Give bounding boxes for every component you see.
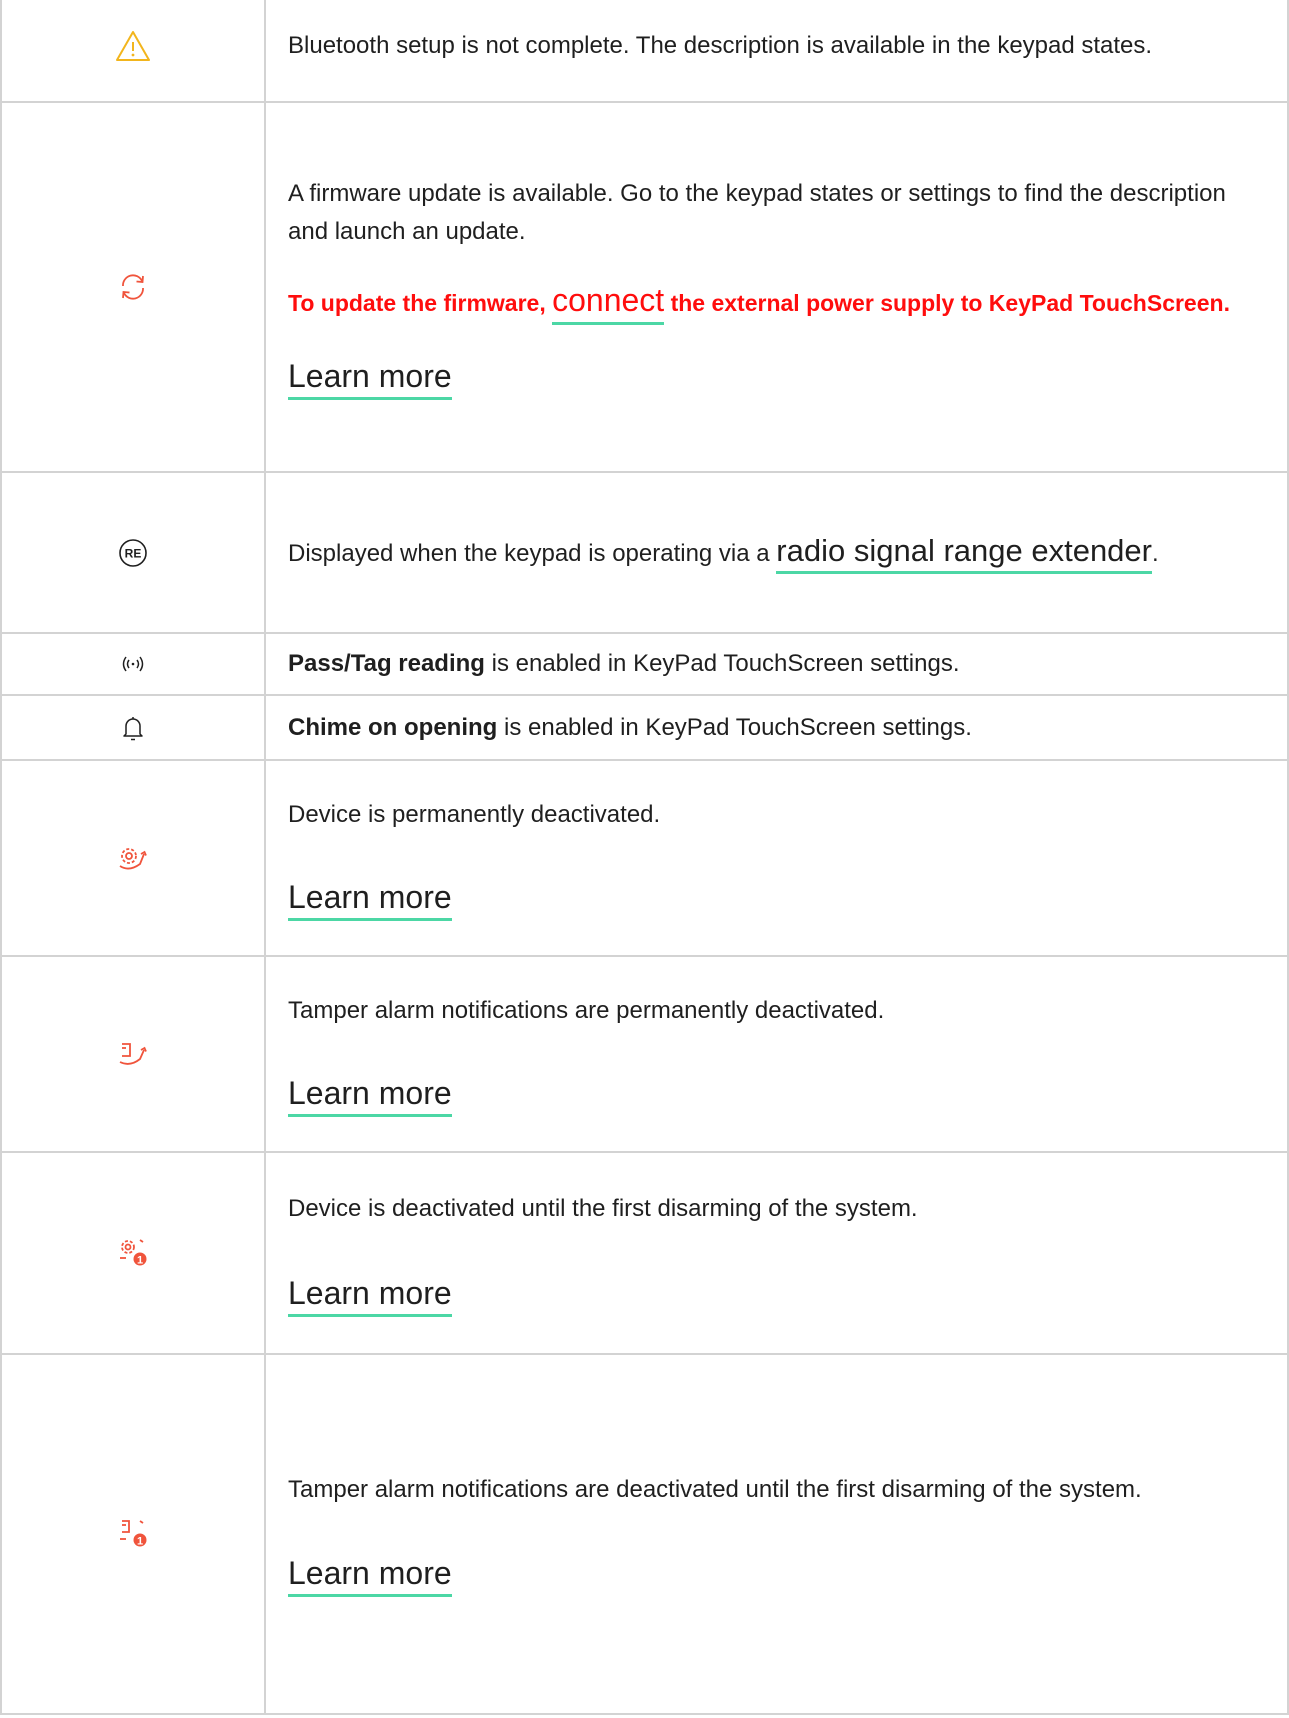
icon-cell — [0, 101, 266, 473]
table-row: A firmware update is available. Go to th… — [0, 101, 1289, 473]
table-row: Bluetooth setup is not complete. The des… — [0, 0, 1289, 103]
description-text: is enabled in KeyPad TouchScreen setting… — [497, 713, 972, 741]
description-cell: Device is permanently deactivated. Learn… — [264, 759, 1289, 957]
table-row: 1 Tamper alarm notifications are deactiv… — [0, 1353, 1289, 1715]
table-row: RE Displayed when the keypad is operatin… — [0, 471, 1289, 634]
description-cell: Tamper alarm notifications are permanent… — [264, 955, 1289, 1153]
table-row: Chime on opening is enabled in KeyPad To… — [0, 694, 1289, 761]
table-row: Pass/Tag reading is enabled in KeyPad To… — [0, 632, 1289, 696]
description-cell: Tamper alarm notifications are deactivat… — [264, 1353, 1289, 1715]
table-row: Device is permanently deactivated. Learn… — [0, 759, 1289, 957]
icon-cell — [0, 694, 266, 761]
pass-tag-reading-icon — [122, 656, 144, 672]
row-description: Tamper alarm notifications are permanent… — [288, 996, 885, 1024]
icon-cell: 1 — [0, 1151, 266, 1355]
range-extender-icon: RE — [119, 538, 147, 567]
icon-cell — [0, 632, 266, 696]
tamper-deactivated-until-disarm-icon: 1 — [120, 1520, 147, 1548]
device-deactivated-icon — [119, 848, 147, 870]
row-description: Displayed when the keypad is operating v… — [288, 527, 1247, 578]
description-cell: Device is deactivated until the first di… — [264, 1151, 1289, 1355]
description-cell: Chime on opening is enabled in KeyPad To… — [264, 694, 1289, 761]
learn-more-link[interactable]: Learn more — [288, 1073, 452, 1117]
icon-cell: 1 — [0, 1353, 266, 1715]
warning-triangle-icon — [116, 30, 150, 61]
tamper-deactivated-icon — [119, 1043, 147, 1065]
description-cell: Bluetooth setup is not complete. The des… — [264, 0, 1289, 103]
learn-more-link[interactable]: Learn more — [288, 356, 452, 400]
device-states-table: Bluetooth setup is not complete. The des… — [0, 0, 1289, 1715]
description-cell: Pass/Tag reading is enabled in KeyPad To… — [264, 632, 1289, 696]
row-description: Device is deactivated until the first di… — [288, 1194, 918, 1222]
learn-more-link[interactable]: Learn more — [288, 877, 452, 921]
setting-name: Pass/Tag reading — [288, 650, 485, 677]
description-cell: A firmware update is available. Go to th… — [264, 101, 1289, 473]
connect-link[interactable]: connect — [552, 281, 665, 325]
description-text: Displayed when the keypad is operating v… — [288, 540, 777, 567]
description-text: is enabled in KeyPad TouchScreen setting… — [484, 650, 960, 677]
learn-more-link[interactable]: Learn more — [288, 1553, 452, 1597]
range-extender-link[interactable]: radio signal range extender — [776, 533, 1152, 574]
svg-text:1: 1 — [137, 1255, 143, 1267]
warning-text: the external power supply to KeyPad Touc… — [664, 289, 1230, 316]
icon-cell — [0, 0, 266, 103]
row-description: Chime on opening is enabled in KeyPad To… — [288, 709, 1247, 747]
firmware-update-icon — [122, 274, 144, 300]
row-description: Bluetooth setup is not complete. The des… — [288, 31, 1153, 59]
row-description: A firmware update is available. Go to th… — [288, 179, 1226, 245]
svg-text:RE: RE — [125, 546, 142, 560]
description-text: . — [1152, 540, 1159, 567]
row-description: Device is permanently deactivated. — [288, 800, 661, 828]
setting-name: Chime on opening — [288, 713, 498, 741]
row-description: Pass/Tag reading is enabled in KeyPad To… — [288, 645, 1247, 683]
bell-icon — [123, 716, 143, 740]
icon-cell — [0, 955, 266, 1153]
table-row: Tamper alarm notifications are permanent… — [0, 955, 1289, 1153]
description-cell: Displayed when the keypad is operating v… — [264, 471, 1289, 634]
table-row: 1 Device is deactivated until the first … — [0, 1151, 1289, 1355]
icon-cell — [0, 759, 266, 957]
warning-text: To update the firmware, — [288, 289, 553, 316]
firmware-warning: To update the firmware, connect the exte… — [288, 277, 1247, 326]
icon-cell: RE — [0, 471, 266, 634]
device-deactivated-until-disarm-icon: 1 — [120, 1239, 147, 1267]
svg-text:1: 1 — [137, 1536, 143, 1548]
learn-more-link[interactable]: Learn more — [288, 1273, 452, 1317]
row-description: Tamper alarm notifications are deactivat… — [288, 1476, 1142, 1503]
